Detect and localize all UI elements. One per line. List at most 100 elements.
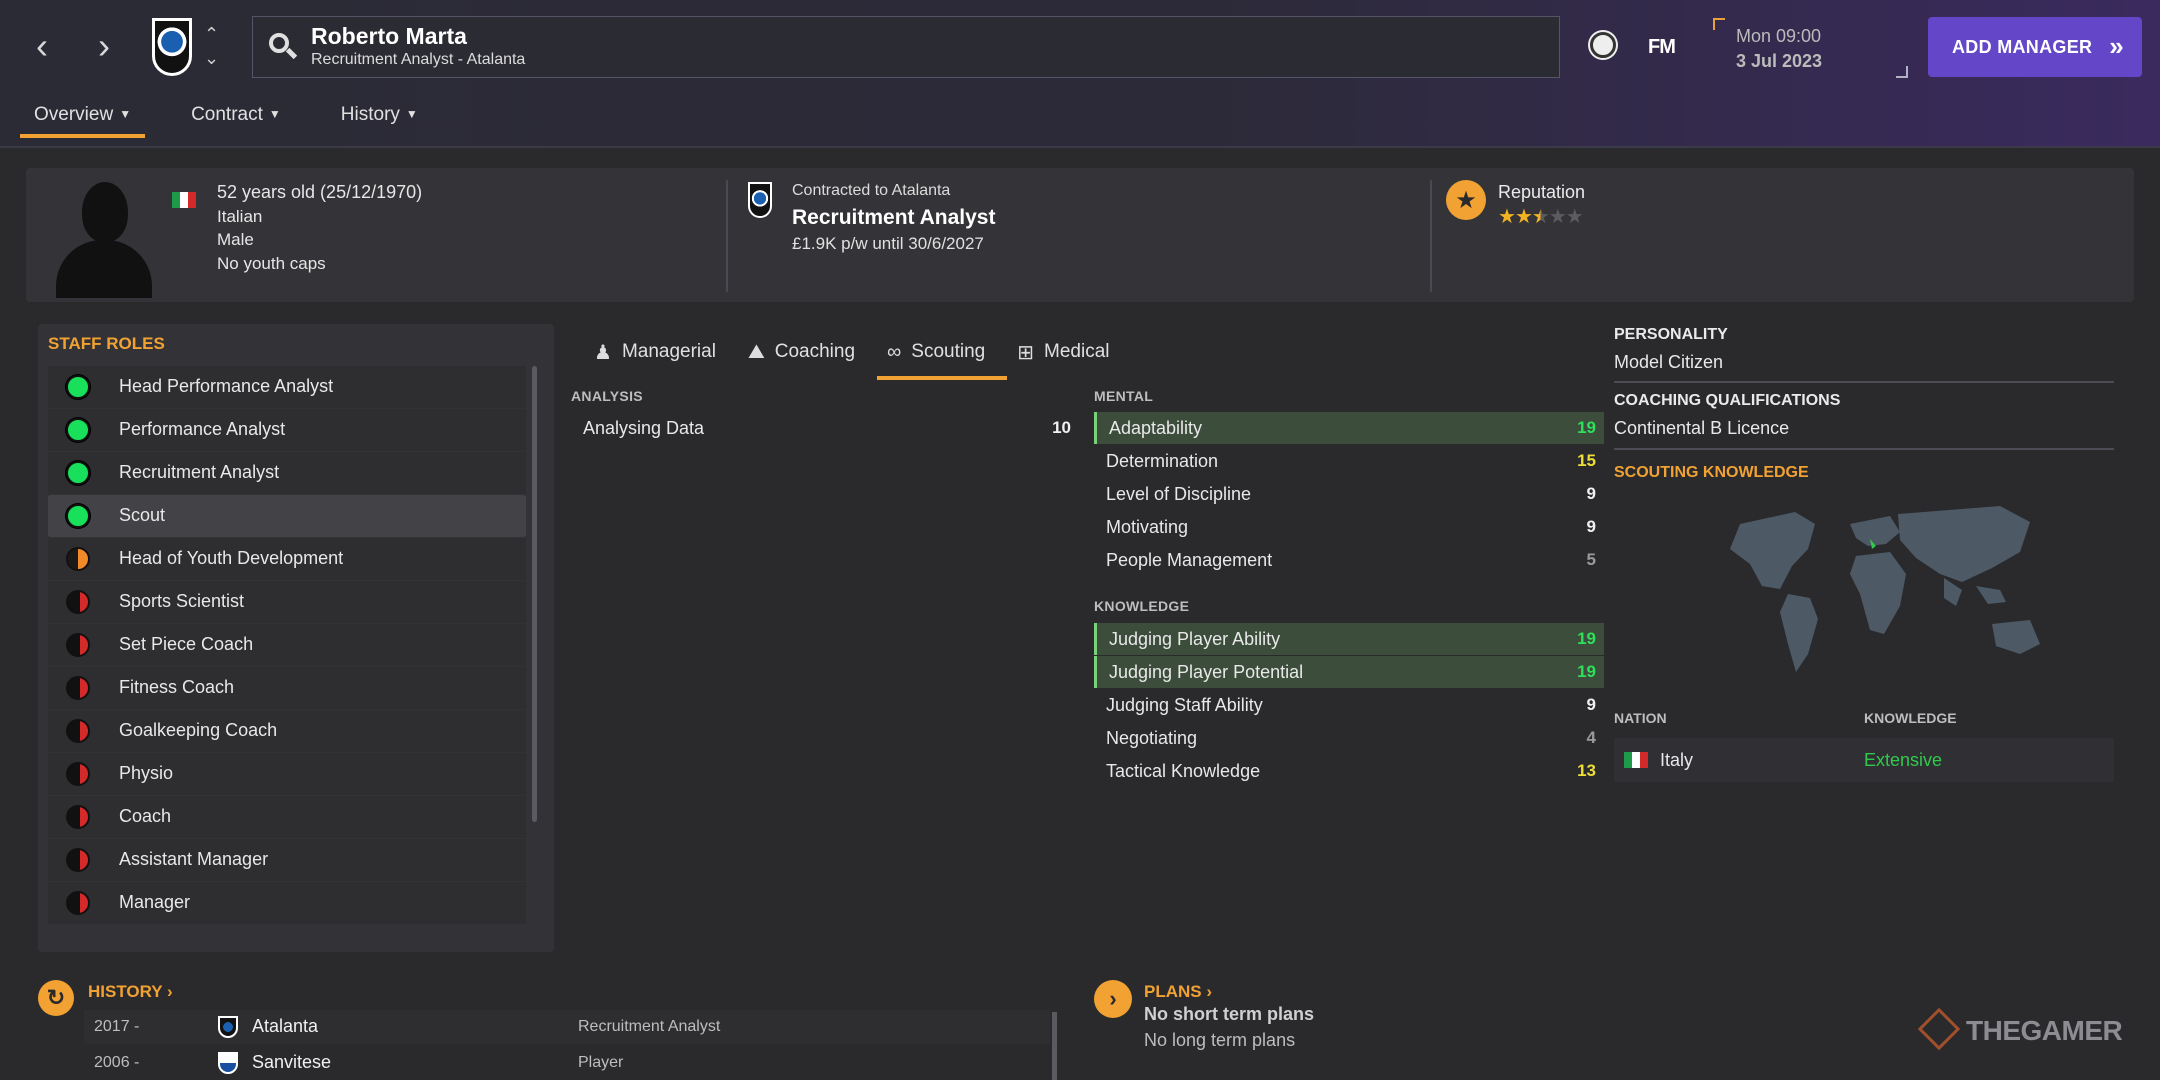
divider (1430, 180, 1432, 292)
suitability-none-icon (66, 719, 90, 743)
attribute-row[interactable]: Adaptability 19 (1094, 412, 1604, 444)
tab-coaching[interactable]: ⛰ Coaching (738, 324, 877, 380)
staff-role-row[interactable]: Head of Youth Development (48, 538, 526, 580)
suitability-none-icon (66, 676, 90, 700)
reputation-stars: ★★★★★ (1498, 204, 1584, 229)
plans-title[interactable]: PLANS › (1144, 982, 1212, 1002)
attribute-name: Determination (1106, 450, 1219, 471)
staff-role-row[interactable]: Assistant Manager (48, 839, 526, 881)
staff-role-row[interactable]: Sports Scientist (48, 581, 526, 623)
add-manager-button[interactable]: ADD MANAGER » (1928, 17, 2142, 77)
tab-label: Coaching (774, 341, 856, 362)
atalanta-crest-icon[interactable] (748, 182, 772, 218)
staff-role-row[interactable]: Performance Analyst (48, 409, 526, 451)
tab-overview[interactable]: Overview ▼ (20, 98, 146, 138)
knowledge-title: KNOWLEDGE (1094, 598, 1190, 614)
attribute-value: 5 (1586, 550, 1596, 569)
age-line: 52 years old (25/12/1970) (217, 182, 423, 202)
tab-medical[interactable]: ⊞ Medical (1007, 324, 1131, 380)
history-club[interactable]: Sanvitese (252, 1052, 331, 1073)
attribute-row[interactable]: People Management 5 (1094, 544, 1604, 576)
attribute-row[interactable]: Judging Player Potential 19 (1094, 656, 1604, 688)
history-title[interactable]: HISTORY › (88, 982, 173, 1002)
nationality: Italian (217, 207, 263, 226)
attribute-name: Tactical Knowledge (1106, 760, 1261, 781)
tab-history[interactable]: History ▼ (327, 98, 432, 138)
globe-icon[interactable] (1590, 32, 1616, 58)
attribute-row[interactable]: Motivating 9 (1094, 511, 1604, 543)
club-crest-icon[interactable] (152, 18, 192, 76)
reputation-star-icon: ★ (1446, 180, 1486, 220)
staff-role-label: Set Piece Coach (119, 634, 254, 654)
history-row[interactable]: 2006 - Sanvitese Player (84, 1046, 1050, 1080)
staff-role-row[interactable]: Scout (48, 495, 526, 537)
attribute-value: 13 (1577, 761, 1596, 780)
search-box[interactable]: Roberto Marta Recruitment Analyst - Atal… (252, 16, 1560, 78)
watermark-text: THEGAMER (1966, 1015, 2123, 1046)
qualifications-value: Continental B Licence (1614, 418, 1790, 438)
search-icon[interactable] (267, 31, 299, 63)
attribute-value: 4 (1586, 728, 1596, 747)
scrollbar[interactable] (532, 366, 537, 822)
star-icon: ★ (1531, 206, 1550, 228)
staff-role-row[interactable]: Fitness Coach (48, 667, 526, 709)
medical-kit-icon: ⊞ (1017, 341, 1035, 364)
history-icon[interactable]: ↻ (38, 980, 74, 1016)
attribute-name: Motivating (1106, 516, 1189, 537)
staff-role-row[interactable]: Recruitment Analyst (48, 452, 526, 494)
tab-scouting[interactable]: ∞ Scouting (877, 324, 1008, 380)
history-club[interactable]: Atalanta (252, 1016, 318, 1037)
youth-caps: No youth caps (217, 254, 326, 273)
attribute-tabs: ♟ Managerial ⛰ Coaching ∞ Scouting ⊞ Medical (584, 324, 1132, 380)
tab-managerial[interactable]: ♟ Managerial (584, 324, 738, 380)
staff-role-row[interactable]: Coach (48, 796, 526, 838)
staff-role-row[interactable]: Physio (48, 753, 526, 795)
attribute-row[interactable]: Tactical Knowledge 13 (1094, 755, 1604, 787)
staff-role-label: Head Performance Analyst (119, 376, 334, 396)
attribute-value: 9 (1586, 695, 1596, 714)
date-time[interactable]: Mon 09:00 (1736, 26, 1821, 47)
attribute-value: 19 (1577, 418, 1596, 437)
chevron-down-icon: ▼ (268, 107, 281, 121)
tab-contract[interactable]: Contract ▼ (177, 98, 295, 138)
tab-label: Scouting (911, 341, 986, 362)
plans-icon[interactable]: › (1094, 980, 1132, 1018)
sanvitese-crest-icon (218, 1052, 238, 1074)
attribute-name: People Management (1106, 549, 1273, 570)
top-bar: ‹ › ⌃ ⌄ Roberto Marta Recruitment Analyst… (0, 0, 2160, 148)
nation-knowledge-row[interactable]: Italy Extensive (1614, 738, 2114, 782)
suitability-none-icon (66, 805, 90, 829)
star-icon: ★ (1548, 206, 1567, 228)
attribute-row[interactable]: Judging Player Ability 19 (1094, 623, 1604, 655)
attribute-row[interactable]: Determination 15 (1094, 445, 1604, 477)
divider (726, 180, 728, 292)
staff-role-label: Coach (119, 806, 172, 826)
tab-label: Contract (191, 104, 263, 125)
back-button[interactable]: ‹ (22, 25, 62, 66)
star-icon: ★ (1565, 206, 1584, 228)
scrollbar[interactable] (1052, 1012, 1057, 1080)
staff-role-row[interactable]: Head Performance Analyst (48, 366, 526, 408)
divider (1614, 381, 2114, 383)
forward-button[interactable]: › (84, 25, 124, 66)
fm-logo[interactable]: FM (1648, 36, 1676, 59)
staff-roles-panel: STAFF ROLES Head Performance Analyst Perf… (38, 324, 554, 952)
nation-header: NATION (1614, 710, 1667, 726)
reputation-label: Reputation (1498, 182, 1586, 202)
staff-role-row[interactable]: Goalkeeping Coach (48, 710, 526, 752)
date-day[interactable]: 3 Jul 2023 (1736, 51, 1822, 72)
plans-title-label: PLANS (1144, 982, 1202, 1001)
attribute-row[interactable]: Negotiating 4 (1094, 722, 1604, 754)
scouting-knowledge-title: SCOUTING KNOWLEDGE (1614, 464, 1809, 481)
staff-role-row[interactable]: Set Piece Coach (48, 624, 526, 666)
history-row[interactable]: 2017 - Atalanta Recruitment Analyst (84, 1010, 1050, 1044)
attribute-row[interactable]: Analysing Data 10 (571, 412, 1079, 444)
attribute-name: Judging Player Potential (1109, 661, 1304, 682)
club-switcher-icon[interactable]: ⌃ ⌄ (204, 22, 219, 70)
attribute-row[interactable]: Judging Staff Ability 9 (1094, 689, 1604, 721)
attribute-row[interactable]: Level of Discipline 9 (1094, 478, 1604, 510)
staff-role-label: Goalkeeping Coach (119, 720, 278, 740)
suitability-full-icon (66, 461, 90, 485)
staff-role-row[interactable]: Manager (48, 882, 526, 924)
italy-flag-icon (1624, 752, 1648, 768)
